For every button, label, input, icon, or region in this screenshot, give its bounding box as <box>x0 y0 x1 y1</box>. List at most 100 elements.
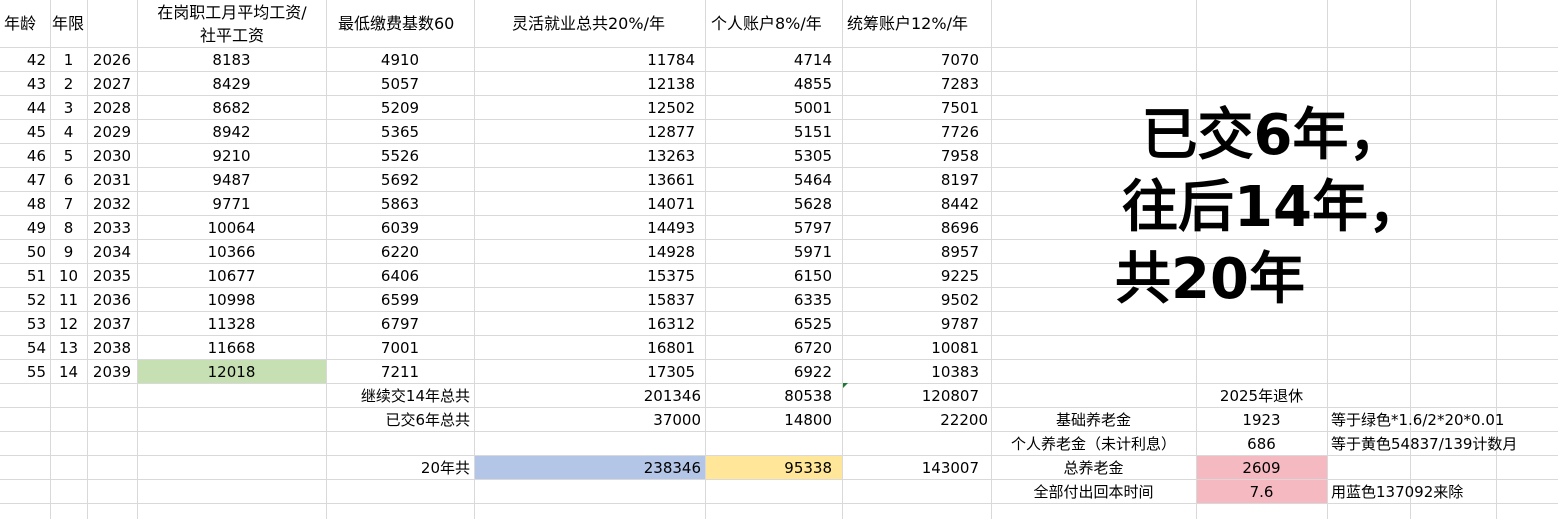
cell-min-base[interactable]: 7211 <box>326 360 474 384</box>
cell-avg-wage[interactable]: 11668 <box>137 336 326 360</box>
cell-flex-total[interactable]: 17305 <box>474 360 695 384</box>
cell-flex-total[interactable]: 16801 <box>474 336 695 360</box>
cell-pooled[interactable]: 7501 <box>842 96 979 120</box>
cell-age[interactable]: 53 <box>0 312 46 336</box>
continue-14-label[interactable]: 继续交14年总共 <box>326 384 470 408</box>
cell-pooled[interactable]: 10081 <box>842 336 979 360</box>
cell-pooled[interactable]: 8696 <box>842 216 979 240</box>
cell-avg-wage[interactable]: 8942 <box>137 120 326 144</box>
cell-min-base[interactable]: 6599 <box>326 288 474 312</box>
cell-age[interactable]: 45 <box>0 120 46 144</box>
cell-term[interactable]: 2 <box>50 72 87 96</box>
cell-avg-wage[interactable]: 8682 <box>137 96 326 120</box>
cell-min-base[interactable]: 5057 <box>326 72 474 96</box>
all-20-personal[interactable]: 95338 <box>705 456 832 480</box>
cell-min-base[interactable]: 5209 <box>326 96 474 120</box>
cell-term[interactable]: 12 <box>50 312 87 336</box>
cell-personal[interactable]: 4714 <box>705 48 832 72</box>
cell-flex-total[interactable]: 13661 <box>474 168 695 192</box>
cell-term[interactable]: 8 <box>50 216 87 240</box>
cell-flex-total[interactable]: 15837 <box>474 288 695 312</box>
total-pension-label[interactable]: 总养老金 <box>991 456 1196 480</box>
cell-flex-total[interactable]: 12138 <box>474 72 695 96</box>
all-20-pooled[interactable]: 143007 <box>842 456 979 480</box>
all-20-label[interactable]: 20年共 <box>326 456 470 480</box>
cell-year[interactable]: 2037 <box>87 312 137 336</box>
cell-age[interactable]: 51 <box>0 264 46 288</box>
personal-pension-value[interactable]: 686 <box>1196 432 1327 456</box>
cell-avg-wage[interactable]: 11328 <box>137 312 326 336</box>
cell-year[interactable]: 2030 <box>87 144 137 168</box>
cell-avg-wage[interactable]: 8183 <box>137 48 326 72</box>
cell-age[interactable]: 46 <box>0 144 46 168</box>
cell-avg-wage[interactable]: 9210 <box>137 144 326 168</box>
payback-note[interactable]: 用蓝色137092来除 <box>1331 480 1558 504</box>
cell-personal[interactable]: 5464 <box>705 168 832 192</box>
header-pooled[interactable]: 统筹账户12%/年 <box>847 13 968 35</box>
cell-personal[interactable]: 5151 <box>705 120 832 144</box>
cell-flex-total[interactable]: 16312 <box>474 312 695 336</box>
header-min-base[interactable]: 最低缴费基数60 <box>338 13 454 35</box>
cell-age[interactable]: 42 <box>0 48 46 72</box>
cell-pooled[interactable]: 7283 <box>842 72 979 96</box>
basic-pension-note[interactable]: 等于绿色*1.6/2*20*0.01 <box>1331 408 1558 432</box>
cell-personal[interactable]: 5971 <box>705 240 832 264</box>
cell-min-base[interactable]: 6039 <box>326 216 474 240</box>
cell-age[interactable]: 50 <box>0 240 46 264</box>
personal-pension-note[interactable]: 等于黄色54837/139计数月 <box>1331 432 1558 456</box>
cell-age[interactable]: 44 <box>0 96 46 120</box>
cell-min-base[interactable]: 5526 <box>326 144 474 168</box>
cell-personal[interactable]: 5001 <box>705 96 832 120</box>
cell-avg-wage[interactable]: 8429 <box>137 72 326 96</box>
paid-6-total[interactable]: 37000 <box>474 408 701 432</box>
cell-flex-total[interactable]: 14071 <box>474 192 695 216</box>
cell-age[interactable]: 49 <box>0 216 46 240</box>
continue-14-pooled[interactable]: 120807 <box>842 384 979 408</box>
cell-min-base[interactable]: 5863 <box>326 192 474 216</box>
cell-min-base[interactable]: 6220 <box>326 240 474 264</box>
continue-14-total[interactable]: 201346 <box>474 384 701 408</box>
cell-pooled[interactable]: 9502 <box>842 288 979 312</box>
cell-age[interactable]: 55 <box>0 360 46 384</box>
cell-pooled[interactable]: 8197 <box>842 168 979 192</box>
header-personal[interactable]: 个人账户8%/年 <box>711 13 822 35</box>
cell-year[interactable]: 2038 <box>87 336 137 360</box>
header-avg-wage-line2[interactable]: 社平工资 <box>138 25 326 47</box>
cell-year[interactable]: 2031 <box>87 168 137 192</box>
header-flex-total[interactable]: 灵活就业总共20%/年 <box>512 13 665 35</box>
basic-pension-label[interactable]: 基础养老金 <box>991 408 1196 432</box>
cell-pooled[interactable]: 7070 <box>842 48 979 72</box>
cell-avg-wage[interactable]: 10677 <box>137 264 326 288</box>
paid-6-label[interactable]: 已交6年总共 <box>326 408 470 432</box>
cell-avg-wage[interactable]: 10998 <box>137 288 326 312</box>
header-term[interactable]: 年限 <box>52 13 84 35</box>
cell-flex-total[interactable]: 15375 <box>474 264 695 288</box>
basic-pension-value[interactable]: 1923 <box>1196 408 1327 432</box>
paid-6-personal[interactable]: 14800 <box>705 408 832 432</box>
cell-personal[interactable]: 6150 <box>705 264 832 288</box>
cell-term[interactable]: 14 <box>50 360 87 384</box>
cell-flex-total[interactable]: 11784 <box>474 48 695 72</box>
cell-pooled[interactable]: 8442 <box>842 192 979 216</box>
continue-14-personal[interactable]: 80538 <box>705 384 832 408</box>
cell-year[interactable]: 2033 <box>87 216 137 240</box>
cell-pooled[interactable]: 9787 <box>842 312 979 336</box>
cell-year[interactable]: 2032 <box>87 192 137 216</box>
cell-avg-wage[interactable]: 9487 <box>137 168 326 192</box>
cell-age[interactable]: 43 <box>0 72 46 96</box>
cell-year[interactable]: 2028 <box>87 96 137 120</box>
cell-term[interactable]: 3 <box>50 96 87 120</box>
cell-pooled[interactable]: 10383 <box>842 360 979 384</box>
payback-label[interactable]: 全部付出回本时间 <box>991 480 1196 504</box>
cell-term[interactable]: 11 <box>50 288 87 312</box>
cell-personal[interactable]: 6922 <box>705 360 832 384</box>
cell-min-base[interactable]: 6797 <box>326 312 474 336</box>
cell-personal[interactable]: 4855 <box>705 72 832 96</box>
cell-avg-wage[interactable]: 9771 <box>137 192 326 216</box>
cell-year[interactable]: 2034 <box>87 240 137 264</box>
cell-pooled[interactable]: 7958 <box>842 144 979 168</box>
cell-year[interactable]: 2035 <box>87 264 137 288</box>
cell-min-base[interactable]: 6406 <box>326 264 474 288</box>
cell-avg-wage[interactable]: 10366 <box>137 240 326 264</box>
cell-pooled[interactable]: 9225 <box>842 264 979 288</box>
